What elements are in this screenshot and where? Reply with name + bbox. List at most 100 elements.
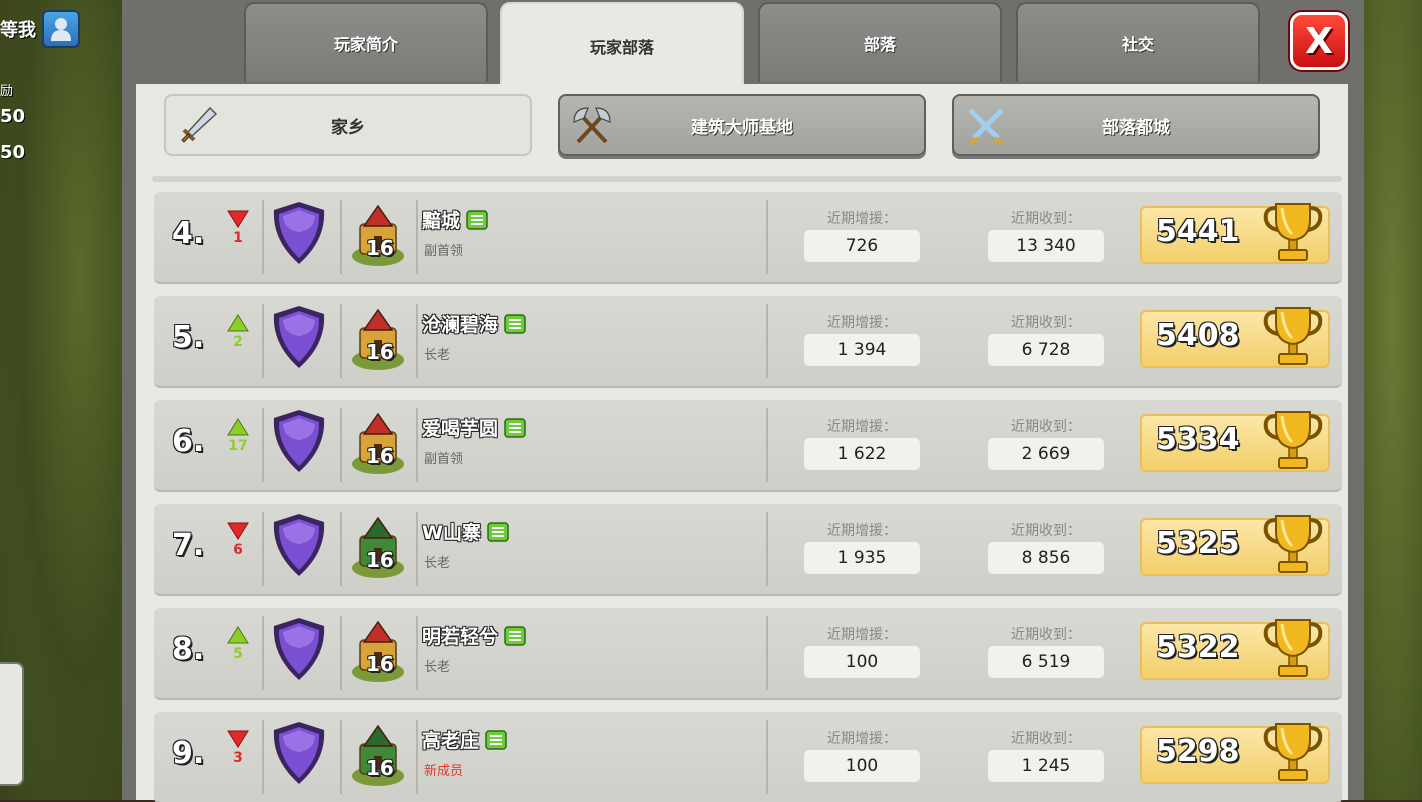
tab-social[interactable]: 社交 — [1016, 2, 1260, 82]
received-value: 2 669 — [988, 438, 1104, 470]
league-badge-icon — [273, 618, 325, 680]
member-row[interactable]: 8. 5 16 明若轻兮 长老 近期增援： 100 近期收到： 6 519 53… — [154, 608, 1342, 698]
tab-label: 部落 — [863, 35, 896, 54]
member-row[interactable]: 7. 6 16 W山寨 长老 近期增援： 1 935 近期收到： 8 856 5… — [154, 504, 1342, 594]
trophy-icon — [1263, 203, 1323, 261]
divider — [262, 200, 264, 274]
notes-icon[interactable] — [485, 729, 507, 750]
divider — [340, 720, 342, 794]
rank-change: 3 — [224, 730, 252, 766]
member-name-group[interactable]: 沧澜碧海 — [422, 310, 526, 337]
member-name: 爱喝芋圆 — [422, 418, 499, 440]
member-row[interactable]: 9. 3 16 高老庄 新成员 近期增援： 100 近期收到： 1 245 52… — [154, 712, 1342, 802]
trophy-count: 5408 — [1156, 318, 1240, 353]
divider — [340, 616, 342, 690]
trophy-count: 5322 — [1156, 630, 1240, 665]
hud-number: 50 — [0, 106, 26, 127]
trophy-icon — [1263, 619, 1323, 677]
rank-change: 6 — [224, 522, 252, 558]
tab-label: 玩家部落 — [589, 38, 654, 57]
avatar-icon[interactable] — [42, 10, 80, 48]
trophy-icon — [1263, 723, 1323, 781]
donated-value: 1 935 — [804, 542, 920, 574]
notes-icon[interactable] — [466, 209, 488, 230]
league-badge-icon — [273, 410, 325, 472]
notes-icon[interactable] — [504, 417, 526, 438]
tab-player-clan[interactable]: 玩家部落 — [500, 2, 744, 88]
donated-label: 近期增援： — [827, 731, 897, 747]
notes-icon[interactable] — [487, 521, 509, 542]
tab-clan[interactable]: 部落 — [758, 2, 1002, 82]
league-badge-icon — [273, 722, 325, 784]
hud-wait[interactable]: 等我 — [0, 10, 80, 48]
donated-value: 100 — [804, 750, 920, 782]
donated-label: 近期增援： — [827, 523, 897, 539]
member-role: 新成员 — [424, 764, 464, 779]
sword-icon — [181, 106, 218, 143]
hud-side-tab[interactable] — [0, 662, 24, 786]
rank-up-icon — [227, 314, 249, 332]
rank-up-icon — [227, 626, 249, 644]
trophy-count: 5334 — [1156, 422, 1240, 457]
divider — [766, 616, 768, 690]
league-badge-icon — [273, 514, 325, 576]
trophy-count-box: 5334 — [1140, 411, 1330, 472]
member-name-group[interactable]: W山寨 — [422, 518, 509, 545]
divider — [766, 512, 768, 586]
rank-change-value: 1 — [233, 230, 243, 246]
divider — [340, 200, 342, 274]
donated-label: 近期增援： — [827, 315, 897, 331]
member-name-group[interactable]: 黯城 — [422, 206, 488, 233]
hud-wait-label: 等我 — [0, 20, 36, 41]
member-rank: 8. — [172, 632, 205, 667]
divider — [416, 720, 418, 794]
rank-down-icon — [227, 210, 249, 228]
subtab-home-village[interactable]: 家乡 — [164, 94, 532, 156]
member-rank: 4. — [172, 216, 205, 251]
member-row[interactable]: 6. 17 16 爱喝芋圆 副首领 近期增援： 1 622 近期收到： 2 66… — [154, 400, 1342, 490]
notes-icon[interactable] — [504, 313, 526, 334]
crossed-axes-icon — [573, 107, 611, 144]
donated-value: 100 — [804, 646, 920, 678]
member-rank: 5. — [172, 320, 205, 355]
trophy-count-box: 5322 — [1140, 619, 1330, 680]
member-role: 长老 — [424, 348, 451, 363]
hud-number: 50 — [0, 142, 26, 163]
close-button[interactable]: X — [1290, 12, 1348, 70]
rank-change-value: 5 — [233, 646, 243, 662]
divider — [340, 304, 342, 378]
rank-change: 2 — [224, 314, 252, 350]
rank-up-icon — [227, 418, 249, 436]
trophy-count: 5325 — [1156, 526, 1240, 561]
subtab-builder-base[interactable]: 建筑大师基地 — [558, 94, 926, 156]
trophy-count: 5441 — [1156, 214, 1240, 249]
trophy-count-box: 5325 — [1140, 515, 1330, 576]
divider — [416, 512, 418, 586]
crossed-swords-icon — [968, 108, 1004, 146]
divider — [416, 408, 418, 482]
rank-down-icon — [227, 730, 249, 748]
member-name: 明若轻兮 — [422, 626, 499, 648]
tab-player-profile[interactable]: 玩家简介 — [244, 2, 488, 82]
received-value: 8 856 — [988, 542, 1104, 574]
notes-icon[interactable] — [504, 625, 526, 646]
member-row[interactable]: 5. 2 16 沧澜碧海 长老 近期增援： 1 394 近期收到： 6 728 … — [154, 296, 1342, 386]
close-icon: X — [1305, 20, 1333, 62]
divider — [262, 304, 264, 378]
trophy-icon — [1263, 411, 1323, 469]
received-label: 近期收到： — [1011, 731, 1081, 747]
donated-value: 1 622 — [804, 438, 920, 470]
received-value: 13 340 — [988, 230, 1104, 262]
subtab-label: 建筑大师基地 — [691, 117, 793, 138]
divider — [766, 200, 768, 274]
member-name-group[interactable]: 爱喝芋圆 — [422, 414, 526, 441]
donated-value: 726 — [804, 230, 920, 262]
member-name-group[interactable]: 高老庄 — [422, 726, 507, 753]
member-name-group[interactable]: 明若轻兮 — [422, 622, 526, 649]
subtab-clan-capital[interactable]: 部落都城 — [952, 94, 1320, 156]
received-label: 近期收到： — [1011, 315, 1081, 331]
member-row[interactable]: 4. 1 16 黯城 副首领 近期增援： 726 近期收到： 13 340 54… — [154, 192, 1342, 282]
town-hall-level: 16 — [366, 548, 394, 572]
divider — [766, 408, 768, 482]
trophy-icon — [1263, 515, 1323, 573]
